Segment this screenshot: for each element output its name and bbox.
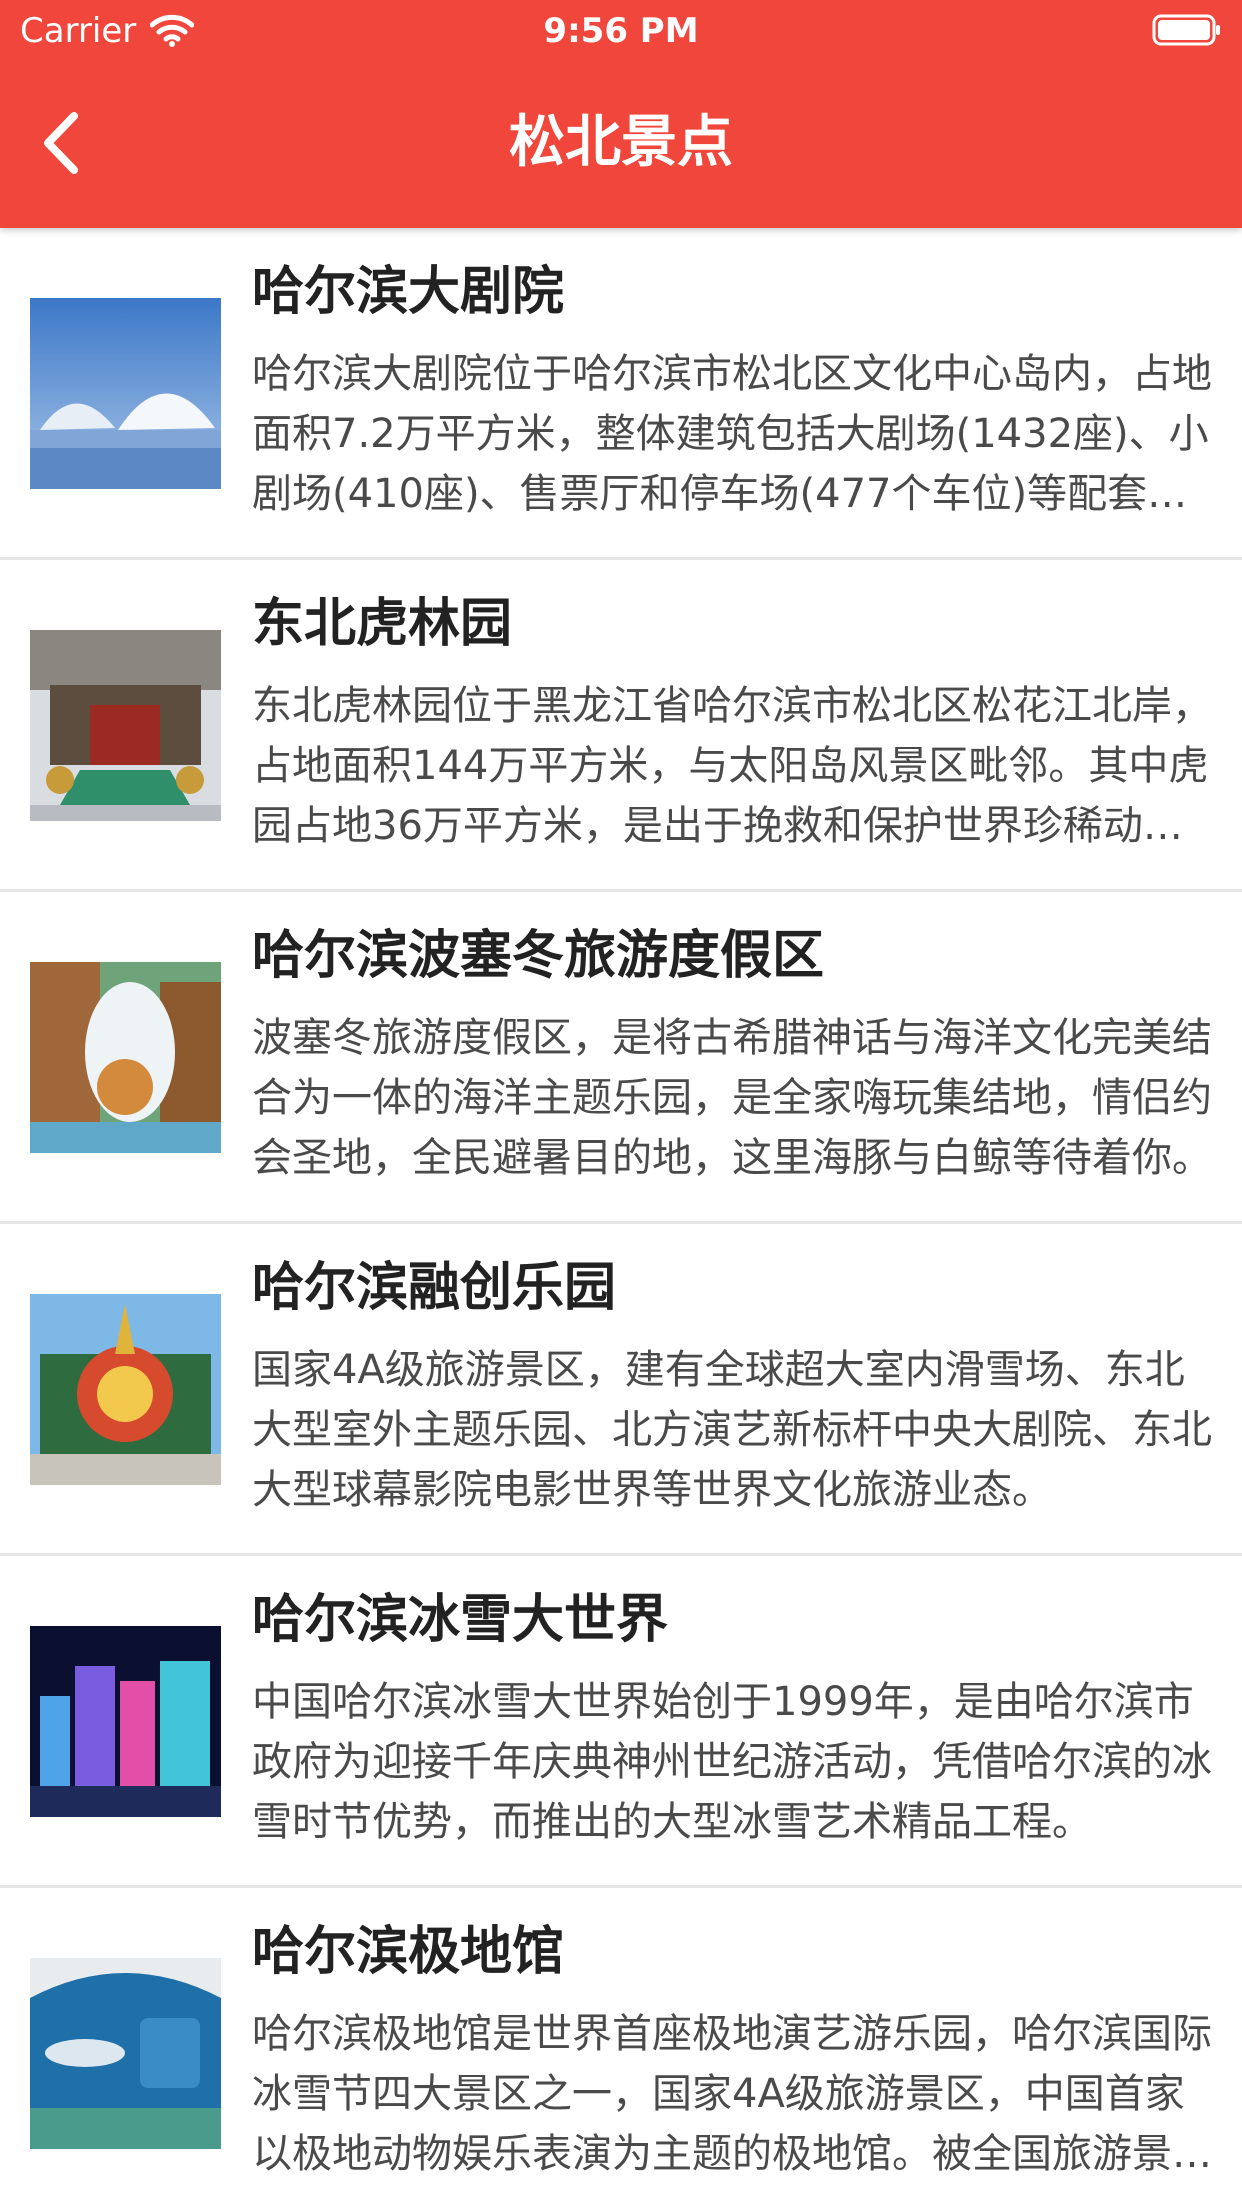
item-description: 哈尔滨大剧院位于哈尔滨市松北区文化中心岛内，占地面积7.2万平方米，整体建筑包括…	[252, 351, 1212, 517]
poseidon-resort-image	[30, 962, 221, 1153]
list-item[interactable]: 哈尔滨融创乐园 国家4A级旅游景区，建有全球超大室内滑雪场、东北大型室外主题乐园…	[0, 1224, 1242, 1556]
list-item[interactable]: 哈尔滨极地馆 哈尔滨极地馆是世界首座极地演艺游乐园，哈尔滨国际冰雪节四大景区之一…	[0, 1888, 1242, 2208]
item-description: 国家4A级旅游景区，建有全球超大室内滑雪场、东北大型室外主题乐园、北方演艺新标杆…	[252, 1347, 1212, 1513]
item-title: 东北虎林园	[252, 594, 513, 654]
list-item[interactable]: 哈尔滨冰雪大世界 中国哈尔滨冰雪大世界始创于1999年，是由哈尔滨市政府为迎接千…	[0, 1556, 1242, 1888]
polar-land-image	[30, 1958, 221, 2149]
item-description: 中国哈尔滨冰雪大世界始创于1999年，是由哈尔滨市政府为迎接千年庆典神州世纪游活…	[252, 1679, 1212, 1845]
harbin-grand-theatre-image	[30, 298, 221, 489]
item-description: 波塞冬旅游度假区，是将古希腊神话与海洋文化完美结合为一体的海洋主题乐园，是全家嗨…	[252, 1015, 1212, 1181]
chevron-left-icon	[30, 112, 100, 188]
item-title: 哈尔滨融创乐园	[252, 1258, 617, 1318]
item-description: 哈尔滨极地馆是世界首座极地演艺游乐园，哈尔滨国际冰雪节四大景区之一，国家4A级旅…	[252, 2011, 1212, 2177]
list-item[interactable]: 东北虎林园 东北虎林园位于黑龙江省哈尔滨市松北区松花江北岸，占地面积144万平方…	[0, 560, 1242, 892]
item-title: 哈尔滨波塞冬旅游度假区	[252, 926, 825, 986]
back-button[interactable]	[30, 102, 100, 184]
status-time: 9:56 PM	[543, 11, 699, 51]
sunac-park-image	[30, 1294, 221, 1485]
list-item[interactable]: 哈尔滨波塞冬旅游度假区 波塞冬旅游度假区，是将古希腊神话与海洋文化完美结合为一体…	[0, 892, 1242, 1224]
item-title: 哈尔滨冰雪大世界	[252, 1590, 669, 1650]
page-title: 松北景点	[509, 110, 733, 175]
tiger-park-image	[30, 630, 221, 821]
status-bar: Carrier 9:56 PM	[0, 0, 1242, 62]
item-title: 哈尔滨极地馆	[252, 1922, 565, 1982]
ice-snow-world-image	[30, 1626, 221, 1817]
item-description: 东北虎林园位于黑龙江省哈尔滨市松北区松花江北岸，占地面积144万平方米，与太阳岛…	[252, 683, 1212, 849]
item-title: 哈尔滨大剧院	[252, 262, 565, 322]
attraction-list: 哈尔滨大剧院 哈尔滨大剧院位于哈尔滨市松北区文化中心岛内，占地面积7.2万平方米…	[0, 228, 1242, 2208]
list-item[interactable]: 哈尔滨大剧院 哈尔滨大剧院位于哈尔滨市松北区文化中心岛内，占地面积7.2万平方米…	[0, 228, 1242, 560]
navigation-bar: 松北景点	[0, 62, 1242, 228]
battery-icon	[1152, 14, 1222, 46]
app-header: Carrier 9:56 PM 松北景点	[0, 0, 1242, 228]
